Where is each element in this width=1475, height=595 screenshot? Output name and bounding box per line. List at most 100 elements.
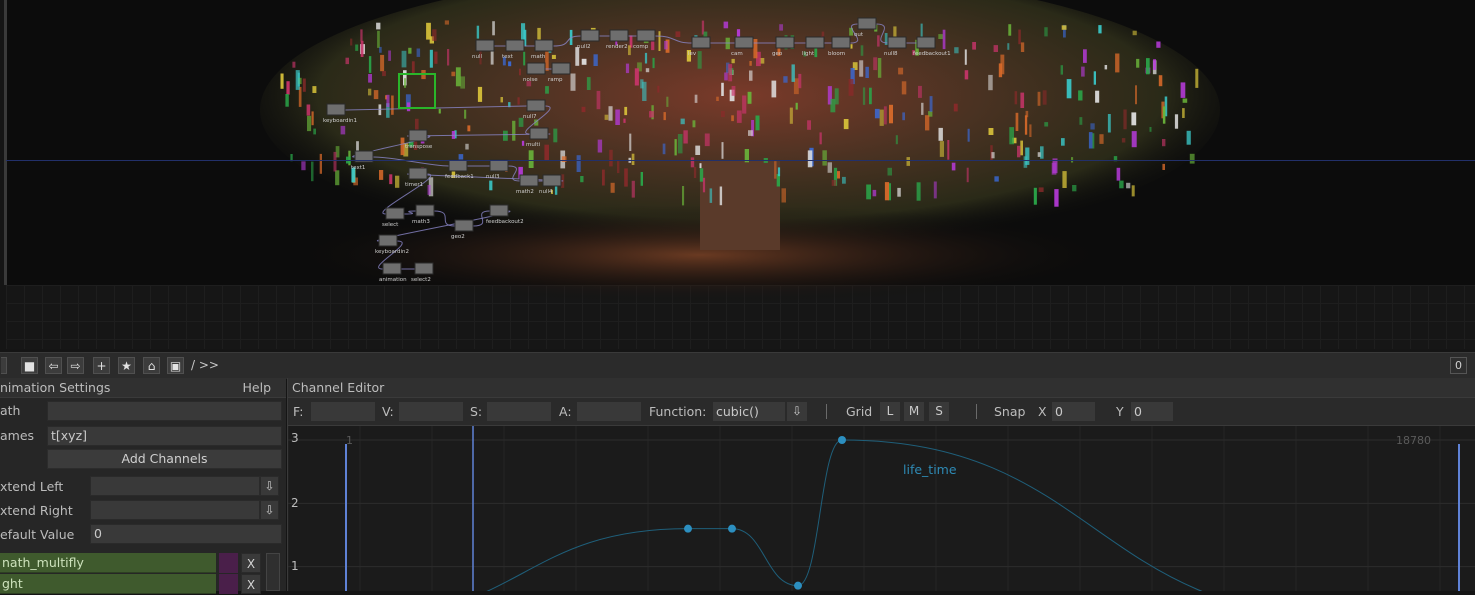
accel-field[interactable]: [576, 401, 642, 422]
network-guide-line: [6, 160, 1475, 161]
ribbon: [581, 58, 587, 65]
names-field[interactable]: t[xyz]: [47, 426, 282, 446]
forward-arrow-icon[interactable]: ⇨: [67, 357, 84, 374]
ribbon: [1189, 153, 1195, 164]
svg-text:math3: math3: [412, 219, 430, 225]
grid-small-button[interactable]: S: [928, 401, 950, 422]
y-tick-label: 3: [291, 431, 299, 445]
ribbon: [1061, 25, 1067, 30]
ribbon: [879, 109, 884, 126]
ribbon: [551, 54, 556, 59]
function-field[interactable]: cubic(): [712, 401, 786, 422]
ribbon: [728, 64, 733, 82]
svg-text:null8: null8: [884, 51, 898, 57]
grid-medium-button[interactable]: M: [903, 401, 925, 422]
ribbon: [1156, 41, 1161, 48]
ribbon: [1158, 75, 1163, 87]
ribbon: [779, 24, 783, 31]
ribbon: [570, 73, 576, 91]
path-field[interactable]: [47, 401, 282, 421]
ribbon: [1095, 90, 1100, 103]
ribbon: [938, 127, 943, 141]
ribbon: [898, 67, 904, 75]
ribbon: [993, 45, 998, 52]
star-icon[interactable]: ★: [118, 357, 135, 374]
ribbon: [819, 132, 822, 145]
ribbon: [377, 30, 380, 48]
help-link[interactable]: Help: [243, 380, 272, 395]
ribbon: [292, 61, 296, 68]
network-canvas[interactable]: null text math null2 render2 comp lev cam geo lig…: [0, 0, 1475, 352]
snap-x-field[interactable]: 0: [1051, 401, 1096, 422]
channel-row[interactable]: ght: [0, 574, 216, 594]
pane-number[interactable]: 0: [1450, 357, 1467, 374]
panel-title: nimation Settings: [0, 380, 111, 395]
ribbon: [624, 106, 628, 116]
ribbon: [795, 102, 798, 110]
function-dropdown-icon[interactable]: ⇩: [786, 401, 808, 422]
slope-field[interactable]: [486, 401, 552, 422]
curve-graph[interactable]: 3 2 1 1 18780 life_time: [288, 426, 1475, 591]
back-arrow-icon[interactable]: ⇦: [45, 357, 62, 374]
ribbon: [1131, 185, 1135, 197]
ribbon: [748, 130, 753, 136]
channel-list-scrollbar[interactable]: [266, 553, 280, 591]
ribbon: [1186, 130, 1191, 145]
ribbon: [1062, 171, 1067, 188]
add-channels-button[interactable]: Add Channels: [47, 449, 282, 469]
channel-delete-button[interactable]: X: [241, 553, 261, 573]
ribbon: [523, 51, 526, 66]
ribbon: [842, 176, 846, 184]
ribbon: [1017, 145, 1021, 158]
svg-text:ramp: ramp: [548, 77, 563, 83]
home-search-icon[interactable]: ⌂: [143, 357, 160, 374]
extend-left-field[interactable]: [90, 476, 260, 496]
grid-large-button[interactable]: L: [879, 401, 901, 422]
svg-text:math2: math2: [516, 189, 534, 195]
ribbon: [791, 64, 795, 82]
snap-y-field[interactable]: 0: [1130, 401, 1174, 422]
ribbon: [285, 94, 289, 107]
ribbon: [608, 106, 613, 121]
names-label: ames: [0, 428, 35, 443]
ribbon: [438, 108, 441, 114]
ribbon: [389, 174, 393, 185]
ribbon: [434, 51, 438, 64]
ribbon: [721, 111, 725, 117]
channel-row[interactable]: nath_multifly: [0, 553, 216, 573]
add-icon[interactable]: +: [93, 357, 110, 374]
ribbon: [699, 168, 704, 182]
channel-color-swatch[interactable]: [219, 574, 238, 594]
ribbon: [897, 187, 901, 197]
keyframe: [794, 581, 802, 590]
pane-icon[interactable]: ▣: [167, 357, 184, 374]
ribbon: [307, 115, 312, 132]
ribbon: [1081, 66, 1085, 77]
ribbon: [490, 49, 494, 65]
ribbon: [1162, 163, 1165, 170]
curve-graph-canvas[interactable]: [288, 426, 1475, 591]
pane-menu-icon[interactable]: [1, 357, 7, 374]
ribbon: [883, 106, 887, 125]
frame-field[interactable]: [310, 401, 376, 422]
ribbon: [408, 47, 412, 54]
stop-icon[interactable]: ■: [21, 357, 38, 374]
ribbon: [355, 44, 359, 51]
frame-start-label: 1: [346, 434, 353, 447]
network-editor[interactable]: null text math null2 render2 comp lev cam geo lig…: [0, 0, 1475, 352]
ribbon: [874, 108, 880, 119]
ribbon: [901, 81, 907, 95]
default-value-field[interactable]: 0: [90, 524, 282, 544]
ribbon: [460, 76, 465, 89]
channel-delete-button[interactable]: X: [241, 574, 261, 594]
ribbon: [859, 60, 864, 77]
ribbon: [1015, 112, 1019, 131]
extend-right-field[interactable]: [90, 500, 260, 520]
extend-right-dropdown-icon[interactable]: ⇩: [260, 500, 279, 520]
channel-color-swatch[interactable]: [219, 553, 238, 573]
ribbon: [1180, 82, 1186, 98]
ribbon: [302, 78, 306, 92]
value-field[interactable]: [398, 401, 464, 422]
extend-left-dropdown-icon[interactable]: ⇩: [260, 476, 279, 496]
svg-text:feedbackout1: feedbackout1: [913, 51, 951, 57]
